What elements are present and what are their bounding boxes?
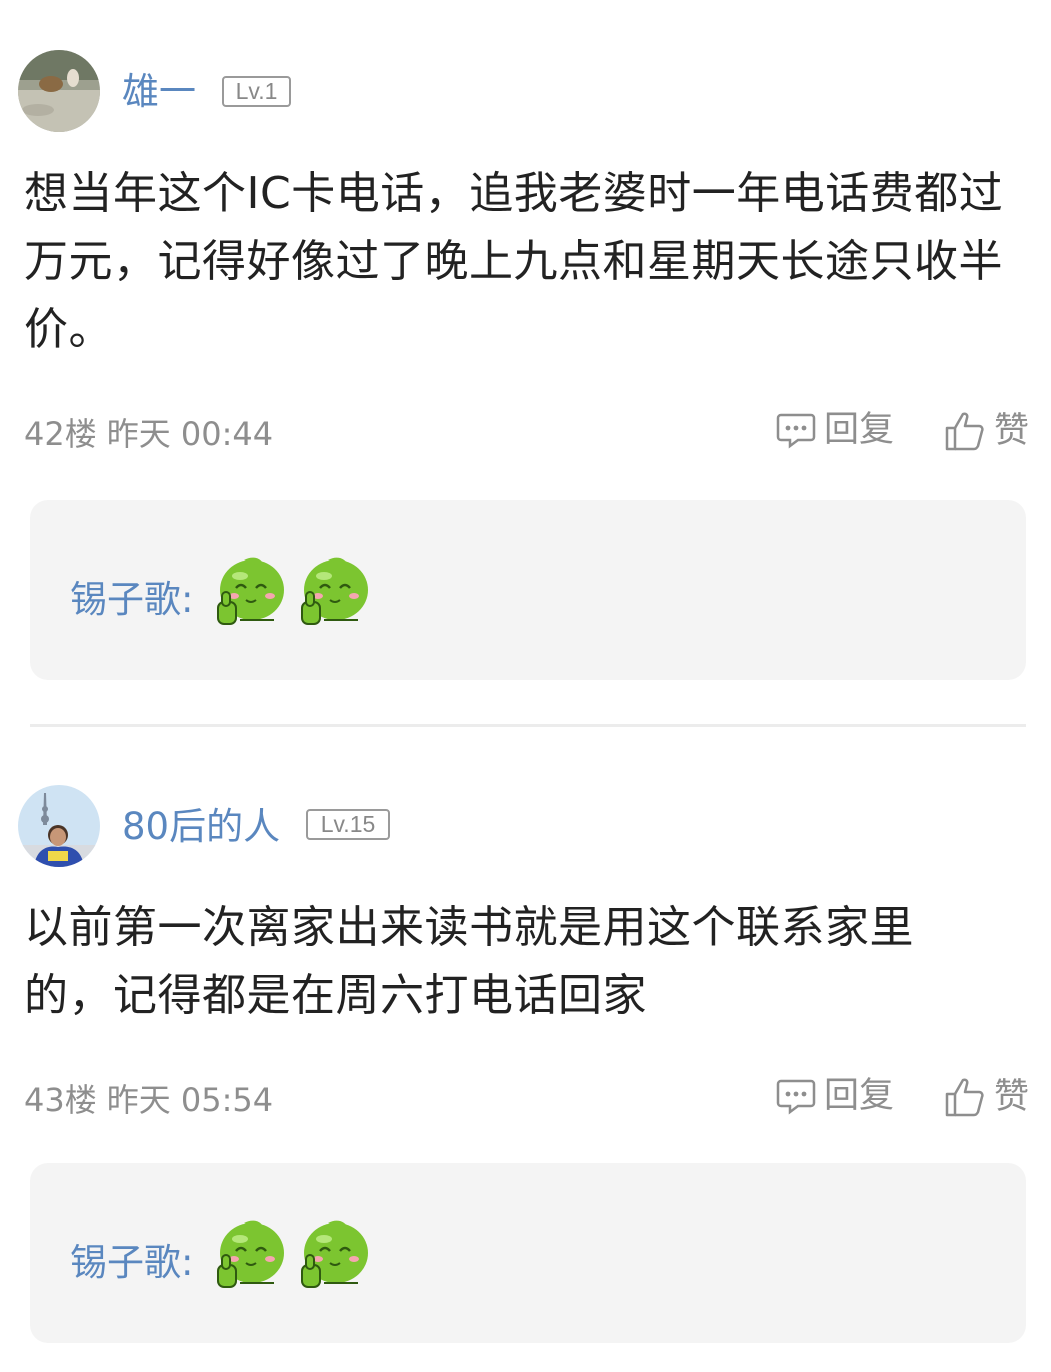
comment-item: 80后的人 Lv.15 以前第一次离家出来读书就是用这个联系家里的，记得都是在周…: [0, 728, 1051, 1372]
like-button[interactable]: 赞: [944, 410, 1029, 452]
like-label: 赞: [994, 1077, 1030, 1117]
avatar[interactable]: [18, 785, 100, 867]
reply-label: 回复: [824, 1076, 895, 1116]
sub-comment-author[interactable]: 锡子歌:: [70, 1241, 193, 1285]
thumbs-up-green-emoji-icon: [214, 556, 288, 630]
thumbs-up-icon: [944, 410, 994, 452]
comment-text: 以前第一次离家出来读书就是用这个联系家里的，记得都是在周六打电话回家: [24, 902, 914, 1021]
comment-bubble-icon: [776, 1077, 824, 1115]
comment-time: 昨天 05:54: [106, 1081, 274, 1119]
avatar[interactable]: [18, 50, 100, 132]
thumbs-up-icon: [944, 1076, 994, 1118]
floor-number: 42楼: [24, 415, 97, 453]
floor-number: 43楼: [24, 1081, 97, 1119]
like-button[interactable]: 赞: [944, 1076, 1029, 1118]
reply-button[interactable]: 回复: [776, 1076, 894, 1116]
comment-divider: [30, 724, 1026, 727]
level-badge: Lv.1: [222, 76, 291, 107]
comment-meta: 43楼 昨天 05:54: [24, 1080, 273, 1120]
sub-comment-box[interactable]: 锡子歌:: [30, 1163, 1026, 1343]
thumbs-up-green-emoji-icon: [298, 1219, 372, 1293]
reply-button[interactable]: 回复: [776, 410, 894, 450]
comment-meta: 42楼 昨天 00:44: [24, 414, 273, 454]
comment-item: 雄一 Lv.1 想当年这个IC卡电话，追我老婆时一年电话费都过万元，记得好像过了…: [0, 0, 1051, 725]
thumbs-up-green-emoji-icon: [298, 556, 372, 630]
comment-bubble-icon: [776, 411, 824, 449]
like-label: 赞: [994, 411, 1030, 451]
sub-comment-box[interactable]: 锡子歌:: [30, 500, 1026, 680]
comment-time: 昨天 00:44: [106, 415, 274, 453]
username[interactable]: 雄一: [122, 70, 196, 114]
reply-label: 回复: [824, 410, 895, 450]
comment-text: 想当年这个IC卡电话，追我老婆时一年电话费都过万元，记得好像过了晚上九点和星期天…: [24, 168, 1004, 355]
sub-comment-author[interactable]: 锡子歌:: [70, 578, 193, 622]
username[interactable]: 80后的人: [122, 805, 280, 849]
thumbs-up-green-emoji-icon: [214, 1219, 288, 1293]
level-badge: Lv.15: [306, 809, 390, 840]
